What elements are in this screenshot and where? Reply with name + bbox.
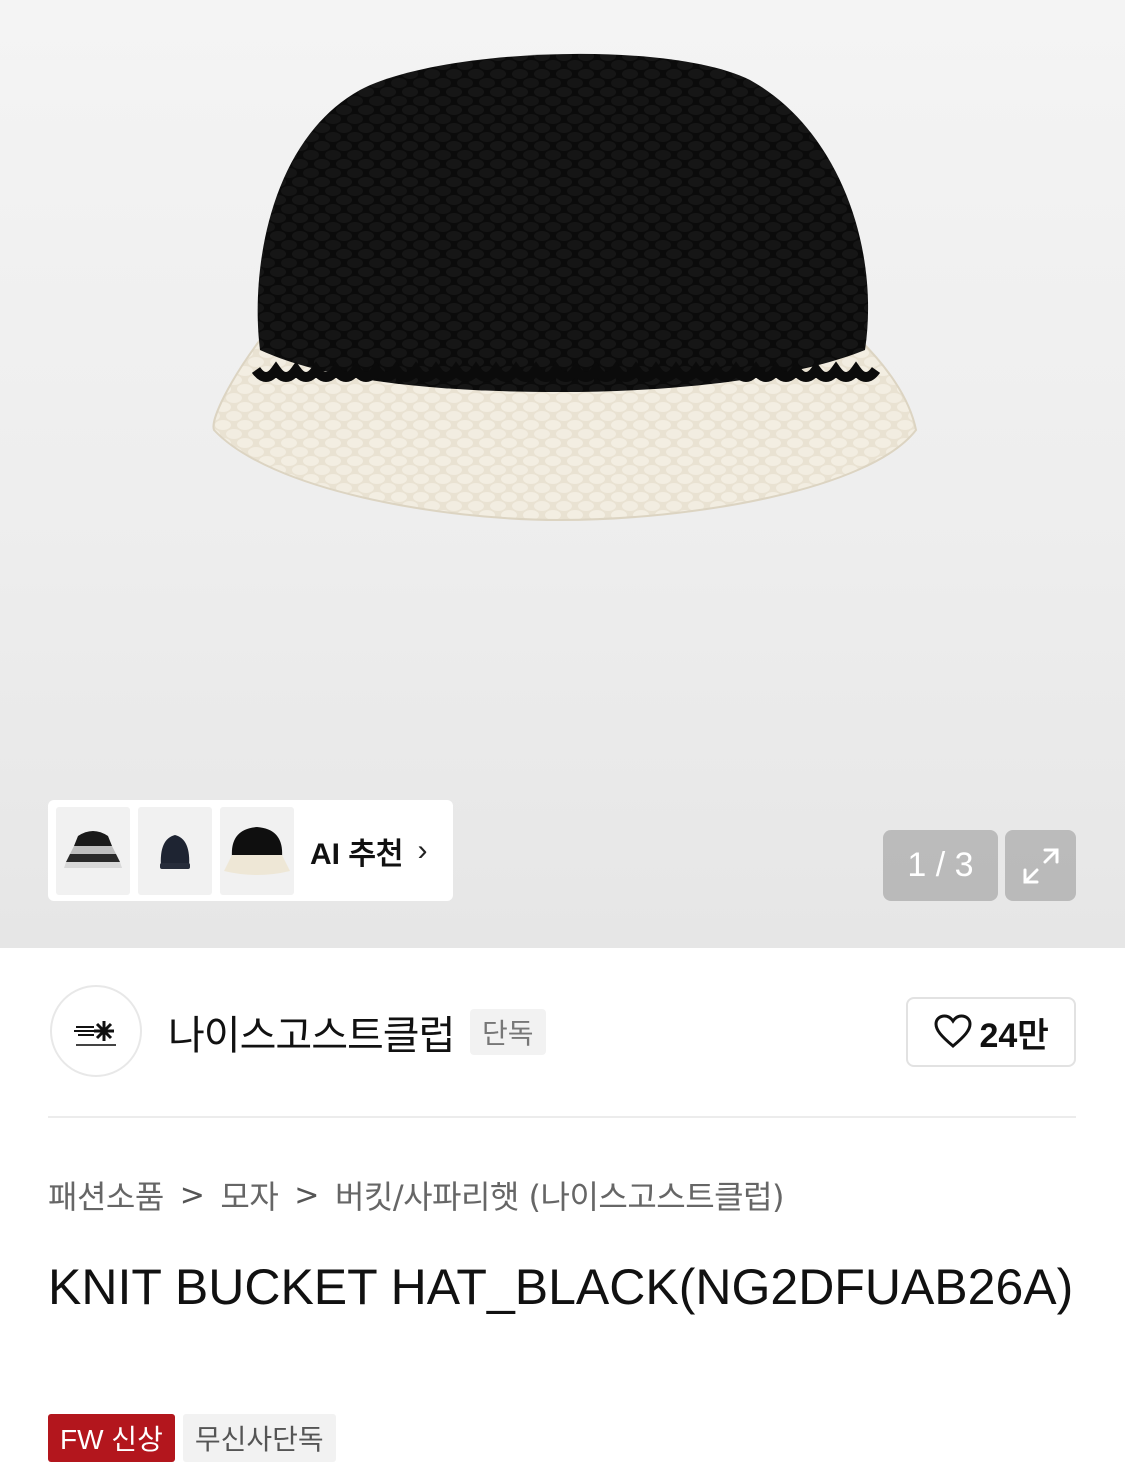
breadcrumb-separator: > — [179, 1177, 205, 1213]
thumbnail-black-cream-hat[interactable] — [220, 806, 294, 895]
product-title: KNIT BUCKET HAT_BLACK(NG2DFUAB26A) — [48, 1259, 1074, 1315]
brand-row: 나이스고스트클럽 단독 24만 — [48, 985, 1078, 1080]
ai-recommend-strip[interactable]: AI 추천 › — [48, 800, 453, 901]
product-image[interactable] — [190, 20, 930, 560]
brand-exclusive-badge: 단독 — [470, 1009, 546, 1055]
breadcrumb-separator: > — [294, 1177, 319, 1213]
brand-name[interactable]: 나이스고스트클럽 — [168, 1003, 455, 1061]
product-tags: FW 신상 무신사단독 — [48, 1414, 344, 1462]
like-count: 24만 — [979, 1016, 1049, 1055]
thumbnail-navy-beanie[interactable] — [138, 806, 212, 895]
divider — [48, 1116, 1076, 1118]
heart-icon — [934, 1014, 972, 1048]
breadcrumb-item-fashion-accessories[interactable]: 패션소품 — [48, 1172, 164, 1218]
expand-icon — [1023, 848, 1058, 883]
breadcrumb-item-hats[interactable]: 모자 — [220, 1172, 278, 1218]
new-arrival-badge: FW 신상 — [48, 1414, 175, 1462]
thumbnail-striped-hat[interactable] — [56, 806, 130, 895]
brand-logo[interactable] — [50, 985, 142, 1077]
chevron-right-icon: › — [417, 833, 428, 867]
breadcrumb: 패션소품 > 모자 > 버킷/사파리햇 (나이스고스트클럽) — [48, 1172, 785, 1218]
breadcrumb-item-bucket-hats[interactable]: 버킷/사파리햇 (나이스고스트클럽) — [335, 1172, 785, 1218]
like-button[interactable]: 24만 — [906, 997, 1076, 1067]
image-counter: 1 / 3 — [883, 830, 998, 901]
ai-recommend-link[interactable]: AI 추천 › — [310, 829, 428, 873]
expand-button[interactable] — [1005, 830, 1076, 901]
musinsa-exclusive-badge: 무신사단독 — [182, 1414, 336, 1462]
product-image-gallery[interactable]: AI 추천 › 1 / 3 — [0, 0, 1125, 948]
ai-recommend-label: AI 추천 — [310, 837, 404, 871]
